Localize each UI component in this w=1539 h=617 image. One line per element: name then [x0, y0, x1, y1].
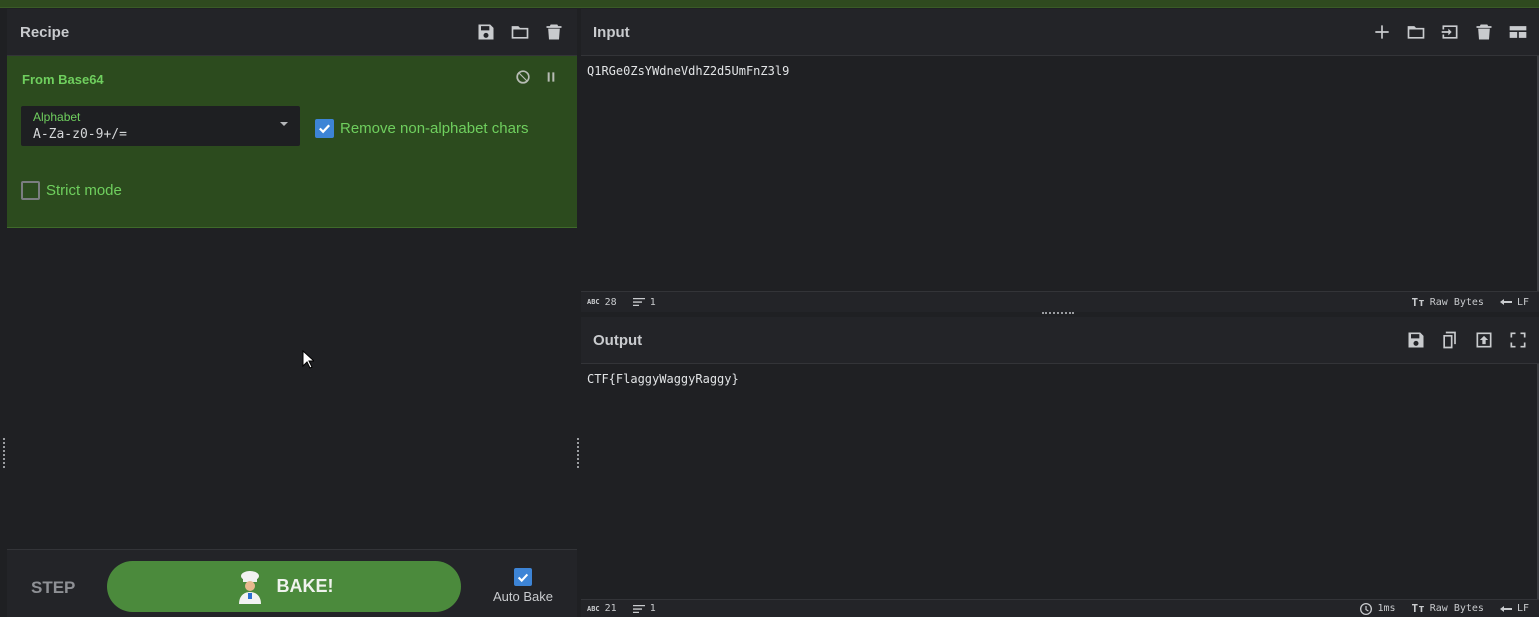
folder-icon[interactable]	[1405, 21, 1427, 43]
folder-icon[interactable]	[509, 21, 531, 43]
strict-mode-label: Strict mode	[46, 182, 122, 199]
output-char-count: ABC 21	[587, 603, 617, 614]
remove-nonalpha-option[interactable]: Remove non-alphabet chars	[315, 119, 528, 138]
input-status-bar: ABC 28 1 Tт Raw Bytes LF	[581, 291, 1539, 312]
bake-button[interactable]: BAKE!	[107, 561, 461, 612]
input-encoding[interactable]: Tт Raw Bytes	[1412, 296, 1484, 309]
text-format-icon: Tт	[1411, 295, 1425, 309]
save-icon[interactable]	[475, 21, 497, 43]
bake-time: 1ms	[1360, 602, 1396, 615]
copy-icon[interactable]	[1439, 329, 1461, 351]
alphabet-select[interactable]: Alphabet A-Za-z0-9+/=	[21, 106, 300, 146]
step-button[interactable]: STEP	[31, 578, 75, 598]
operation-title: From Base64	[22, 72, 104, 87]
left-resize-handle[interactable]	[3, 438, 6, 468]
alphabet-label: Alphabet	[33, 110, 81, 124]
output-status-bar: ABC 21 1 1ms Tт Raw Bytes LF	[581, 599, 1539, 617]
input-char-count: ABC 28	[587, 296, 617, 308]
input-header: Input	[581, 9, 1539, 56]
text-icon: ABC	[587, 604, 600, 613]
output-panel: Output CTF{FlaggyWaggyRaggy} ABC 21 1 1ms…	[581, 317, 1539, 617]
chevron-down-icon	[280, 122, 288, 126]
auto-bake-option[interactable]: Auto Bake	[491, 568, 555, 604]
disable-icon[interactable]	[515, 69, 531, 85]
newline-icon	[1499, 605, 1512, 612]
lines-icon	[632, 298, 645, 306]
clock-icon	[1360, 602, 1373, 615]
newline-icon	[1499, 299, 1512, 305]
recipe-header: Recipe	[7, 9, 577, 56]
output-eol[interactable]: LF	[1499, 603, 1529, 615]
output-text[interactable]: CTF{FlaggyWaggyRaggy}	[581, 364, 1539, 394]
output-encoding[interactable]: Tт Raw Bytes	[1412, 602, 1484, 615]
input-eol[interactable]: LF	[1499, 296, 1529, 308]
input-panel: Input Q1RGe0ZsYWdneVdhZ2d5UmFnZ3l9 ABC 28…	[581, 9, 1539, 312]
input-textarea[interactable]: Q1RGe0ZsYWdneVdhZ2d5UmFnZ3l9	[581, 56, 1539, 86]
replace-input-icon[interactable]	[1473, 329, 1495, 351]
output-header: Output	[581, 317, 1539, 364]
save-icon[interactable]	[1405, 329, 1427, 351]
alphabet-value: A-Za-z0-9+/=	[33, 127, 127, 142]
recipe-io-resize-handle[interactable]	[577, 438, 580, 468]
io-resize-handle[interactable]	[1042, 312, 1074, 314]
auto-bake-checkbox[interactable]	[514, 568, 532, 586]
pause-icon[interactable]	[543, 69, 559, 85]
text-icon: ABC	[587, 298, 600, 306]
input-title: Input	[593, 23, 630, 41]
lines-icon	[632, 604, 645, 613]
remove-nonalpha-label: Remove non-alphabet chars	[340, 120, 529, 137]
operation-from-base64[interactable]: From Base64 Alphabet A-Za-z0-9+/= Remove…	[7, 56, 577, 228]
output-title: Output	[593, 331, 643, 349]
maximize-icon[interactable]	[1507, 329, 1529, 351]
output-line-count: 1	[632, 603, 656, 615]
chef-icon	[238, 570, 261, 604]
auto-bake-label: Auto Bake	[493, 589, 553, 604]
remove-nonalpha-checkbox[interactable]	[315, 119, 334, 138]
bake-label: BAKE!	[276, 576, 334, 596]
layout-icon[interactable]	[1507, 21, 1529, 43]
import-icon[interactable]	[1439, 21, 1461, 43]
bake-bar: STEP BAKE! Auto Bake	[7, 549, 577, 617]
strict-mode-checkbox[interactable]	[21, 181, 40, 200]
recipe-title: Recipe	[20, 23, 70, 41]
input-line-count: 1	[632, 296, 656, 308]
trash-icon[interactable]	[543, 21, 565, 43]
strict-mode-option[interactable]: Strict mode	[21, 181, 122, 200]
mouse-cursor-icon	[302, 350, 314, 369]
top-strip	[0, 0, 1539, 8]
text-format-icon: Tт	[1411, 602, 1425, 615]
recipe-panel: Recipe From Base64 Alphabet A-Za-z0-9+/=…	[7, 9, 577, 617]
trash-icon[interactable]	[1473, 21, 1495, 43]
plus-icon[interactable]	[1371, 21, 1393, 43]
